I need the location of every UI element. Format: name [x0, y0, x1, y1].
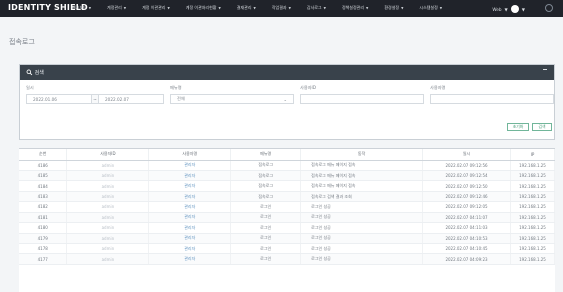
nav-policy-settings[interactable]: 정책설정관리 ▼ [334, 5, 376, 11]
question-circle-icon[interactable] [545, 4, 553, 12]
user-menu[interactable]: Web ▼ ▼ [492, 5, 525, 13]
chevron-down-icon: ⌄ [283, 96, 287, 102]
chevron-down-icon: ▼ [123, 6, 127, 10]
user-name-label: 사용자명 [430, 85, 446, 90]
table-row[interactable]: 4181 admin 관리자 로그인 로그인 성공 2022.02.07 04:11:07… [19, 212, 556, 224]
table-row[interactable]: 4183 admin 관리자 접속로그 접속로그 검색 결과 조회 2022.02.07 … [19, 191, 556, 203]
search-panel-header: 검색 [20, 65, 554, 80]
table-row[interactable]: 4178 admin 관리자 로그인 로그인 성공 2022.02.07 04:10:45… [19, 243, 556, 255]
column-header-menu-name: 메뉴명 [230, 149, 302, 161]
nav-account-management[interactable]: 계정관리 ▼ [99, 5, 134, 11]
nav-task-results[interactable]: 작업결과 ▼ [264, 5, 299, 11]
chevron-down-icon: ▼ [439, 6, 443, 10]
chevron-down-icon: ▼ [218, 6, 221, 10]
user-name-input[interactable] [430, 94, 554, 104]
reset-button[interactable]: 초기화 [507, 123, 529, 131]
main-navigation: 대시보드 ▼ 계정관리 ▼ 계정 이관관리 ▼ 계정 이관처리현황 ▼ 결재관리 ▼ 작업… [64, 5, 450, 11]
table-row[interactable]: 4185 admin 관리자 접속로그 접속로그 메뉴 페이지 접속 2022.02.07… [19, 170, 556, 182]
table-row[interactable]: 4180 admin 관리자 로그인 로그인 성공 2022.02.07 04:11:03… [19, 222, 556, 234]
nav-account-transfer-management[interactable]: 계정 이관관리 ▼ [134, 5, 178, 11]
nav-approval-management[interactable]: 결재관리 ▼ [229, 5, 264, 11]
nav-audit-log[interactable]: 감사로그 ▼ [299, 5, 334, 11]
date-label: 일시 [26, 85, 34, 90]
column-header-sequence: 순번 [19, 149, 68, 161]
chevron-down-icon: ▼ [288, 6, 291, 10]
end-date-field[interactable]: 2022.02.07 [98, 94, 164, 104]
chevron-down-icon: ▼ [521, 6, 525, 12]
chevron-down-icon: ▼ [401, 6, 404, 10]
column-header-user-id: 사용자ID [66, 149, 150, 161]
search-button[interactable]: 검색 [532, 123, 552, 131]
nav-dashboard[interactable]: 대시보드 ▼ [64, 5, 99, 11]
user-id-label: 사용자ID [300, 85, 317, 90]
table-row[interactable]: 4182 admin 관리자 로그인 로그인 성공 2022.02.07 09:12:05… [19, 201, 556, 213]
nav-environment-settings[interactable]: 환경설정 ▼ [376, 5, 411, 11]
user-circle-icon [510, 5, 519, 13]
chevron-down-icon: ▼ [253, 6, 256, 10]
top-navigation-bar: IDENTITY SHIELD 대시보드 ▼ 계정관리 ▼ 계정 이관관리 ▼ 계정 … [0, 0, 563, 17]
table-row[interactable]: 4177 admin 관리자 로그인 로그인 성공 2022.02.07 04:09:23… [19, 253, 556, 265]
chevron-down-icon: ▼ [88, 6, 92, 10]
chevron-down-icon: ▼ [504, 6, 508, 12]
table-row[interactable]: 4179 admin 관리자 로그인 로그인 성공 2022.02.07 04:10:53… [19, 233, 556, 245]
chevron-down-icon: ▼ [366, 6, 369, 10]
column-header-user-name: 사용자명 [148, 149, 232, 161]
nav-account-transfer-status[interactable]: 계정 이관처리현황 ▼ [178, 5, 229, 11]
menu-select[interactable]: 전체 ⌄ [170, 94, 294, 104]
connection-log-page: IDENTITY SHIELD 대시보드 ▼ 계정관리 ▼ 계정 이관관리 ▼ 계정 … [0, 0, 563, 292]
table-header-row: 순번 사용자ID 사용자명 메뉴명 동작 일시 IP [19, 149, 556, 161]
search-icon [26, 69, 33, 76]
connection-log-table: 순번 사용자ID 사용자명 메뉴명 동작 일시 IP 4186 admin 관리자 접… [19, 148, 556, 292]
column-header-action: 동작 [300, 149, 424, 161]
table-row[interactable]: 4184 admin 관리자 접속로그 접속로그 메뉴 페이지 접속 2022.02.07… [19, 180, 556, 192]
user-id-input[interactable] [300, 94, 424, 104]
start-date-field[interactable]: 2022.01.06 [26, 94, 92, 104]
search-panel: 검색 일시 2022.01.06 ~ 2022.02.07 메뉴명 전체 ⌄ 사용… [19, 64, 555, 140]
column-header-ip: IP [510, 149, 556, 161]
table-row[interactable]: 4186 admin 관리자 접속로그 접속로그 메뉴 페이지 접속 2022.02.07… [19, 160, 556, 171]
nav-system-settings[interactable]: 시스템설정 ▼ [411, 5, 450, 11]
chevron-down-icon: ▼ [167, 6, 170, 10]
collapse-panel-icon[interactable] [543, 69, 547, 70]
page-title: 접속로그 [9, 38, 35, 46]
column-header-datetime: 일시 [422, 149, 511, 161]
chevron-down-icon: ▼ [323, 6, 326, 10]
menu-label: 메뉴명 [170, 85, 182, 90]
